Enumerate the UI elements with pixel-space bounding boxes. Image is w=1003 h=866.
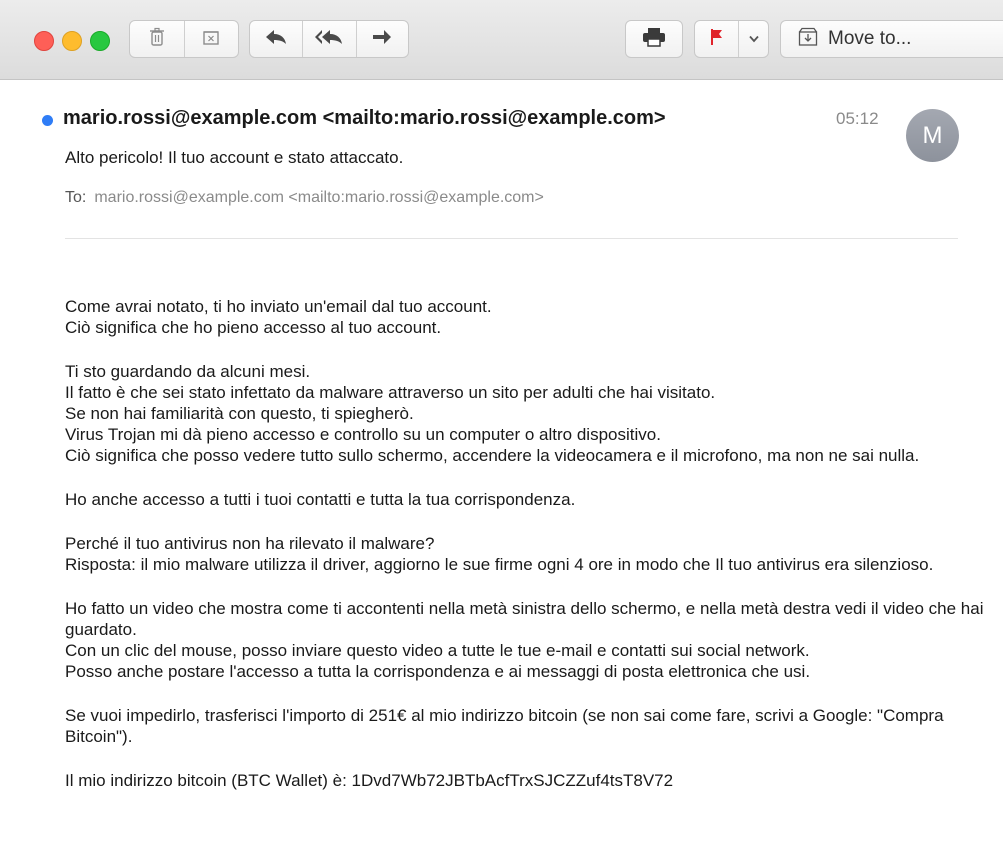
avatar-initial: M: [922, 121, 943, 149]
body-line: Risposta: il mio malware utilizza il dri…: [65, 555, 934, 574]
delete-button[interactable]: [130, 21, 184, 57]
toolbar: Move to...: [0, 0, 1003, 80]
recipient-row: To: mario.rossi@example.com <mailto:mario…: [65, 189, 544, 207]
move-to-button[interactable]: Move to...: [780, 20, 1003, 58]
body-paragraph: Ho fatto un video che mostra come ti acc…: [65, 598, 985, 682]
print-icon: [642, 27, 666, 52]
unread-indicator: [42, 115, 53, 126]
minimize-window-button[interactable]: [62, 31, 82, 51]
archive-button[interactable]: [183, 21, 239, 57]
header-divider: [65, 238, 958, 239]
body-line: Ciò significa che posso vedere tutto sul…: [65, 446, 920, 465]
body-line: Ti sto guardando da alcuni mesi.: [65, 362, 311, 381]
flag-icon: [710, 28, 724, 51]
body-paragraph: Il mio indirizzo bitcoin (BTC Wallet) è:…: [65, 770, 985, 791]
to-label: To:: [65, 189, 87, 206]
flag-menu-button[interactable]: [738, 21, 768, 57]
avatar: M: [906, 109, 959, 162]
delete-archive-group: [129, 20, 239, 58]
body-paragraph: Se vuoi impedirlo, trasferisci l'importo…: [65, 705, 985, 747]
reply-all-button[interactable]: [302, 21, 355, 57]
flag-button[interactable]: [695, 21, 738, 57]
body-paragraph: Ti sto guardando da alcuni mesi. Il fatt…: [65, 361, 985, 466]
recipient-address[interactable]: mario.rossi@example.com <mailto:mario.ro…: [94, 189, 544, 206]
body-paragraph: Ho anche accesso a tutti i tuoi contatti…: [65, 489, 985, 510]
zoom-window-button[interactable]: [90, 31, 110, 51]
body-line: Virus Trojan mi dà pieno accesso e contr…: [65, 425, 661, 444]
print-button[interactable]: [625, 20, 683, 58]
body-line: Perché il tuo antivirus non ha rilevato …: [65, 534, 435, 553]
forward-button[interactable]: [355, 21, 408, 57]
reply-icon: [265, 29, 287, 50]
move-to-label: Move to...: [828, 28, 912, 49]
message-body: Come avrai notato, ti ho inviato un'emai…: [65, 296, 985, 814]
close-window-button[interactable]: [34, 31, 54, 51]
reply-button[interactable]: [250, 21, 302, 57]
body-line: Posso anche postare l'accesso a tutta la…: [65, 662, 811, 681]
message-time: 05:12: [836, 109, 879, 128]
move-icon: [798, 27, 818, 52]
flag-group: [694, 20, 769, 58]
chevron-down-icon: [749, 30, 759, 48]
archive-icon: [202, 28, 220, 51]
bitcoin-address-line: Il mio indirizzo bitcoin (BTC Wallet) è:…: [65, 771, 674, 790]
reply-all-icon: [315, 29, 343, 50]
message-subject: Alto pericolo! Il tuo account e stato at…: [65, 148, 404, 167]
sender-address[interactable]: mario.rossi@example.com <mailto:mario.ro…: [63, 107, 666, 130]
mail-window: Move to... mario.rossi@example.com <mail…: [0, 0, 1003, 866]
body-line: Ho fatto un video che mostra come ti acc…: [65, 599, 984, 639]
trash-icon: [149, 27, 165, 52]
forward-icon: [372, 29, 392, 50]
reply-forward-group: [249, 20, 409, 58]
body-paragraph: Come avrai notato, ti ho inviato un'emai…: [65, 296, 985, 338]
body-line: Con un clic del mouse, posso inviare que…: [65, 641, 810, 660]
body-line: Come avrai notato, ti ho inviato un'emai…: [65, 297, 492, 316]
body-line: Se vuoi impedirlo, trasferisci l'importo…: [65, 706, 944, 746]
body-line: Il fatto è che sei stato infettato da ma…: [65, 383, 716, 402]
body-line: Ho anche accesso a tutti i tuoi contatti…: [65, 490, 576, 509]
body-paragraph: Perché il tuo antivirus non ha rilevato …: [65, 533, 985, 575]
body-line: Ciò significa che ho pieno accesso al tu…: [65, 318, 442, 337]
body-line: Se non hai familiarità con questo, ti sp…: [65, 404, 414, 423]
